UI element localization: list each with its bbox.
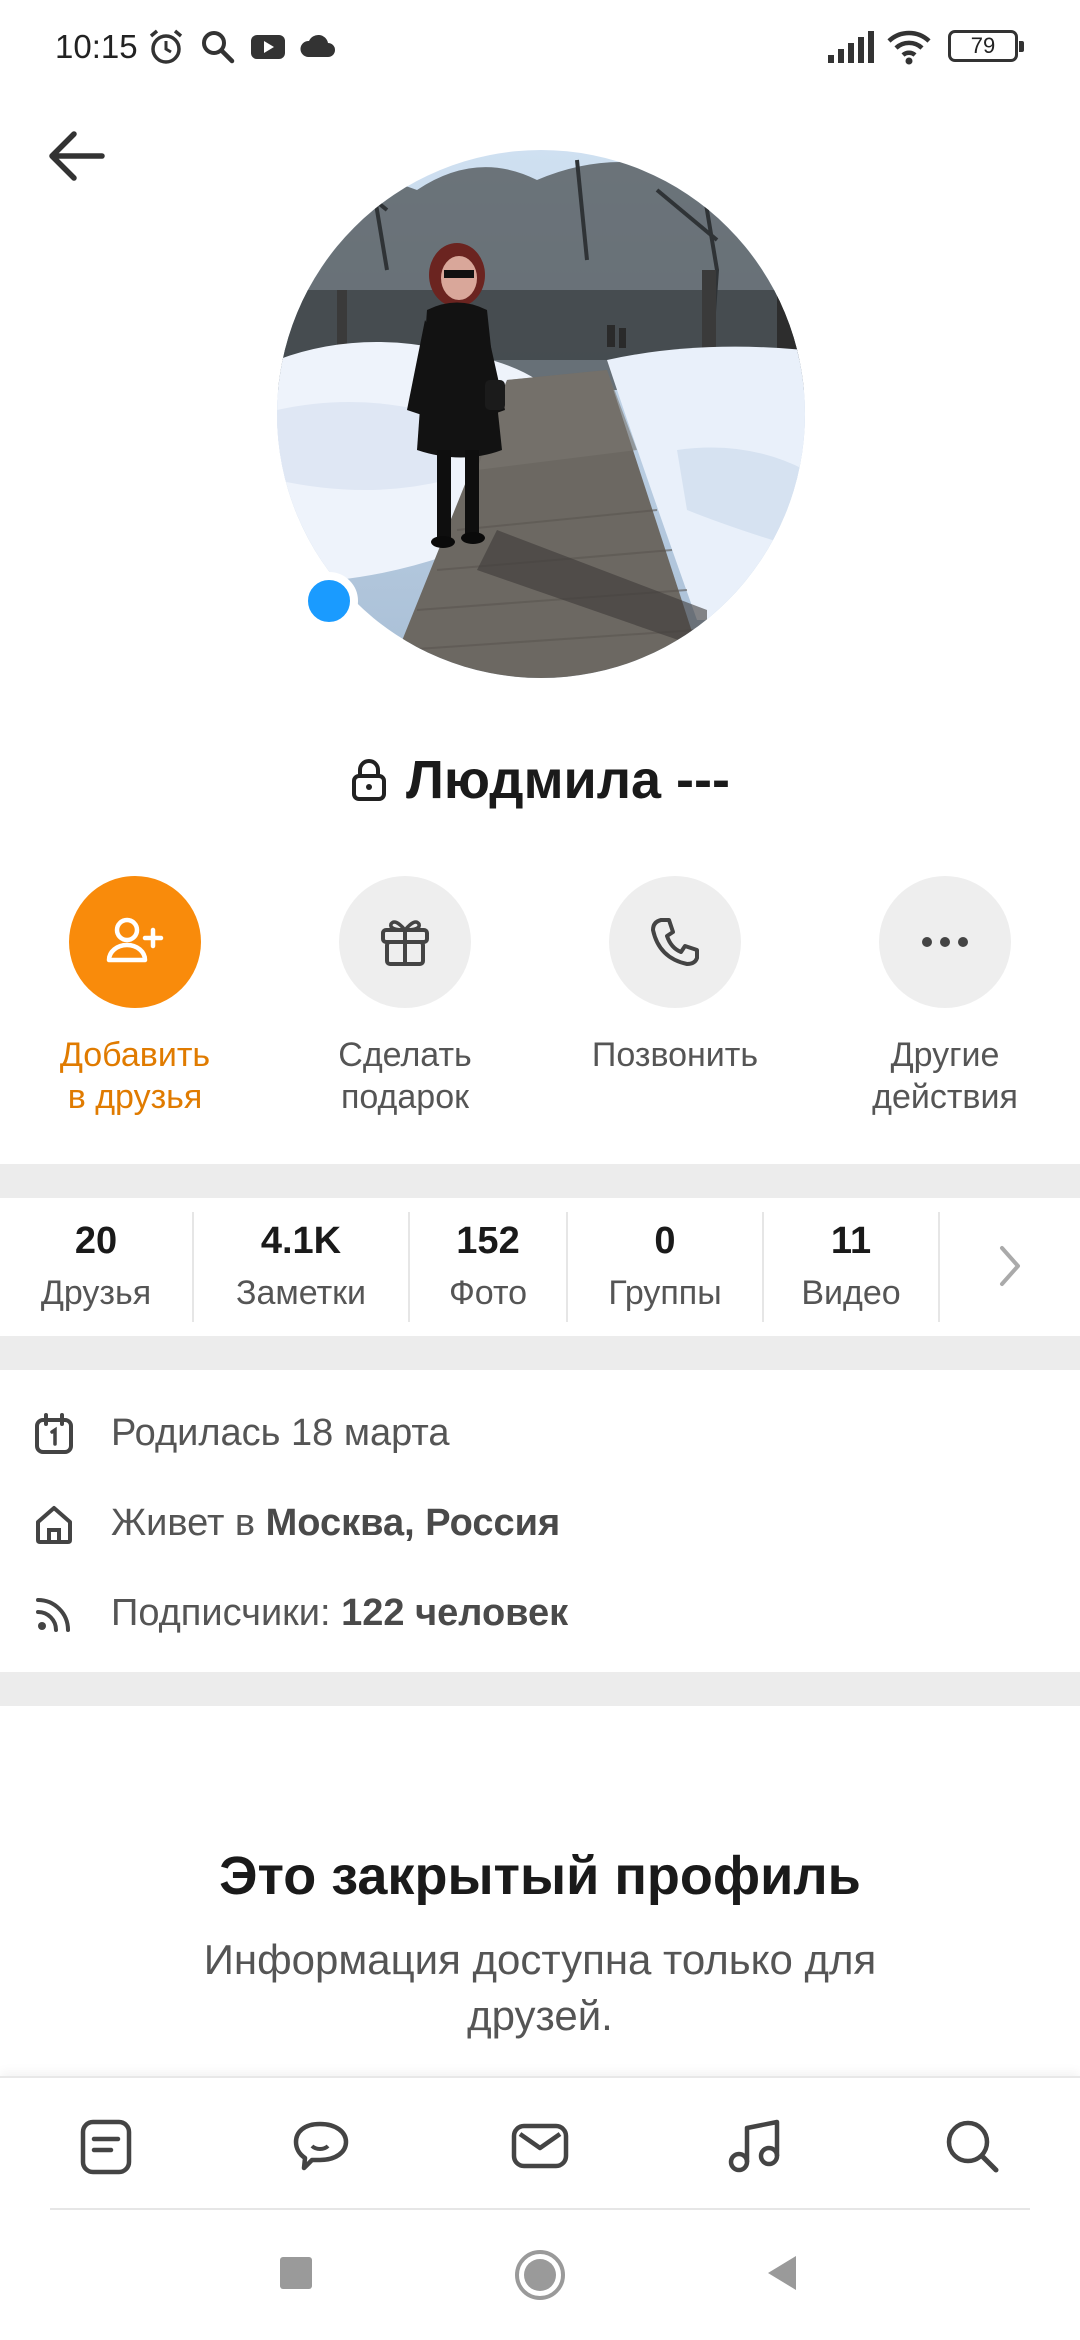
info-followers: Подписчики: 122 человек — [0, 1578, 1080, 1648]
stat-videos-label: Видео — [801, 1274, 901, 1312]
call-button[interactable]: Позвонить — [540, 876, 810, 1136]
stat-notes-count: 4.1K — [260, 1220, 342, 1262]
profile-actions: Добавить в друзья Сделать подарок Позвон… — [0, 876, 1080, 1136]
gift-label-line1: Сделать — [338, 1036, 472, 1074]
home-button-icon[interactable] — [513, 2248, 567, 2302]
recents-icon[interactable] — [276, 2248, 316, 2298]
call-label-line1: Позвонить — [591, 1036, 759, 1074]
add-friend-button[interactable]: Добавить в друзья — [0, 876, 270, 1136]
battery-level: 79 — [970, 33, 996, 58]
stats-bar: 20 Друзья 4.1K Заметки 152 Фото 0 Группы… — [0, 1198, 1080, 1336]
stats-more-arrow-icon[interactable] — [990, 1236, 1030, 1296]
bottom-navigation — [0, 2076, 1080, 2210]
signal-icon — [828, 31, 874, 63]
back-triangle-icon[interactable] — [760, 2248, 804, 2298]
wifi-icon — [887, 30, 931, 65]
closed-profile-title: Это закрытый профиль — [219, 1846, 861, 1906]
back-button[interactable] — [40, 120, 112, 192]
birthday-text: Родилась 18 марта — [111, 1412, 450, 1454]
messages-icon[interactable] — [508, 2114, 572, 2178]
add-friend-label-line2: в друзья — [67, 1078, 203, 1116]
music-icon[interactable] — [723, 2114, 787, 2178]
location-text: Живет в Москва, Россия — [111, 1502, 560, 1545]
stat-separator — [938, 1212, 940, 1322]
location-prefix: Живет в — [111, 1502, 266, 1544]
search-icon[interactable] — [940, 2114, 1004, 2178]
system-navigation — [0, 2210, 1080, 2340]
gift-label: Сделать подарок — [270, 1034, 540, 1118]
stat-videos-count: 11 — [830, 1220, 872, 1262]
more-icon — [922, 937, 968, 947]
more-actions-label-line1: Другие — [890, 1036, 1000, 1074]
online-indicator — [300, 572, 358, 630]
call-label: Позвонить — [540, 1034, 810, 1076]
followers-count: 122 человек — [341, 1592, 569, 1634]
followers-text[interactable]: Подписчики: 122 человек — [111, 1592, 568, 1635]
search-status-icon — [202, 31, 235, 64]
more-actions-circle[interactable] — [879, 876, 1011, 1008]
more-actions-button[interactable]: Другие действия — [810, 876, 1080, 1136]
call-circle[interactable] — [609, 876, 741, 1008]
profile-info: Родилась 18 марта Живет в Москва, Россия… — [0, 1370, 1080, 1670]
cloud-icon — [300, 34, 335, 57]
stat-groups-count: 0 — [654, 1220, 676, 1262]
profile-name-row: Людмила --- — [0, 740, 1080, 820]
stat-friends-label: Друзья — [40, 1274, 152, 1312]
status-bar: 10:15 79 — [0, 0, 1080, 96]
stat-photos[interactable]: 152 Фото — [410, 1198, 566, 1336]
more-actions-label: Другие действия — [810, 1034, 1080, 1118]
battery-icon: 79 — [948, 30, 1024, 62]
alarm-icon — [149, 29, 183, 64]
more-actions-label-line2: действия — [872, 1078, 1018, 1116]
feed-icon[interactable] — [75, 2114, 139, 2178]
closed-profile-text: Информация доступна только для друзей. — [203, 1936, 877, 2039]
section-divider — [0, 1672, 1080, 1706]
home-icon — [36, 1506, 72, 1544]
section-divider — [0, 1336, 1080, 1370]
add-user-icon — [106, 917, 164, 963]
profile-name: Людмила --- — [406, 750, 730, 810]
add-friend-label-line1: Добавить — [59, 1036, 211, 1074]
followers-prefix: Подписчики: — [111, 1592, 342, 1634]
calendar-icon — [35, 1413, 73, 1454]
stat-friends-count: 20 — [74, 1220, 118, 1262]
gift-circle[interactable] — [339, 876, 471, 1008]
status-time: 10:15 — [55, 28, 138, 65]
section-divider — [0, 1164, 1080, 1198]
location-city[interactable]: Москва, Россия — [266, 1502, 561, 1544]
info-birthday: Родилась 18 марта — [0, 1398, 1080, 1468]
stat-notes[interactable]: 4.1K Заметки — [194, 1198, 408, 1336]
discussions-icon[interactable] — [290, 2114, 354, 2178]
stat-photos-label: Фото — [448, 1274, 528, 1312]
info-location: Живет в Москва, Россия — [0, 1488, 1080, 1558]
stat-notes-label: Заметки — [235, 1274, 367, 1312]
rss-icon — [36, 1598, 70, 1632]
lock-icon — [352, 759, 386, 801]
gift-label-line2: подарок — [340, 1078, 469, 1116]
stat-photos-count: 152 — [456, 1220, 520, 1262]
stat-videos[interactable]: 11 Видео — [764, 1198, 938, 1336]
gift-icon — [381, 920, 429, 966]
phone-icon — [651, 918, 699, 966]
stat-groups[interactable]: 0 Группы — [568, 1198, 762, 1336]
add-friend-circle[interactable] — [69, 876, 201, 1008]
gift-button[interactable]: Сделать подарок — [270, 876, 540, 1136]
add-friend-label: Добавить в друзья — [0, 1034, 270, 1118]
stat-groups-label: Группы — [608, 1274, 722, 1312]
youtube-icon — [251, 35, 285, 59]
stat-friends[interactable]: 20 Друзья — [0, 1198, 192, 1336]
